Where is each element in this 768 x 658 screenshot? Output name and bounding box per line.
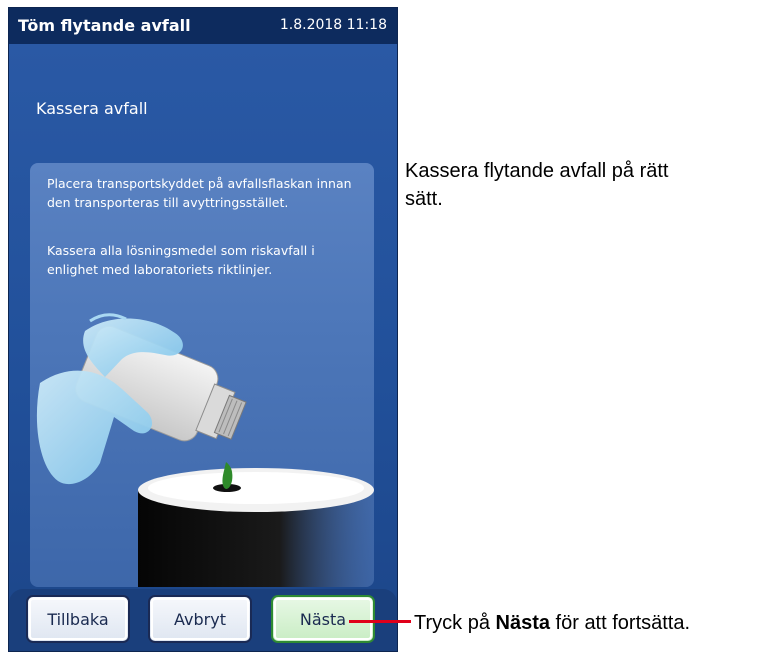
annotation-next-bold: Nästa: [495, 612, 550, 634]
annotation-suffix: för att fortsätta.: [549, 612, 691, 634]
cancel-button[interactable]: Avbryt: [148, 595, 252, 643]
back-button[interactable]: Tillbaka: [26, 595, 130, 643]
instrument-screen: Töm flytande avfall 1.8.2018 11:18 Kasse…: [8, 7, 398, 652]
title-bar: Töm flytande avfall 1.8.2018 11:18: [9, 8, 397, 44]
instruction-text-cap: Placera transportskyddet på avfallsflask…: [47, 176, 352, 210]
step-heading: Kassera avfall: [36, 99, 148, 118]
screen-title: Töm flytande avfall: [18, 16, 191, 35]
pouring-waste-illustration-icon: [36, 313, 374, 587]
leader-line: [349, 620, 411, 623]
annotation-press-next: Tryck på Nästa för att fortsätta.: [414, 609, 690, 637]
instruction-panel: Placera transportskyddet på avfallsflask…: [30, 163, 374, 587]
annotation-dispose-properly: Kassera flytande avfall på rätt sätt.: [405, 160, 669, 210]
screen-body: Kassera avfall Placera transportskyddet …: [9, 44, 397, 651]
instruction-text-disposal: Kassera alla lösningsmedel som riskavfal…: [47, 243, 315, 277]
next-button[interactable]: Nästa: [271, 595, 375, 643]
annotation-prefix: Tryck på: [414, 612, 496, 634]
date-time: 1.8.2018 11:18: [279, 17, 387, 33]
